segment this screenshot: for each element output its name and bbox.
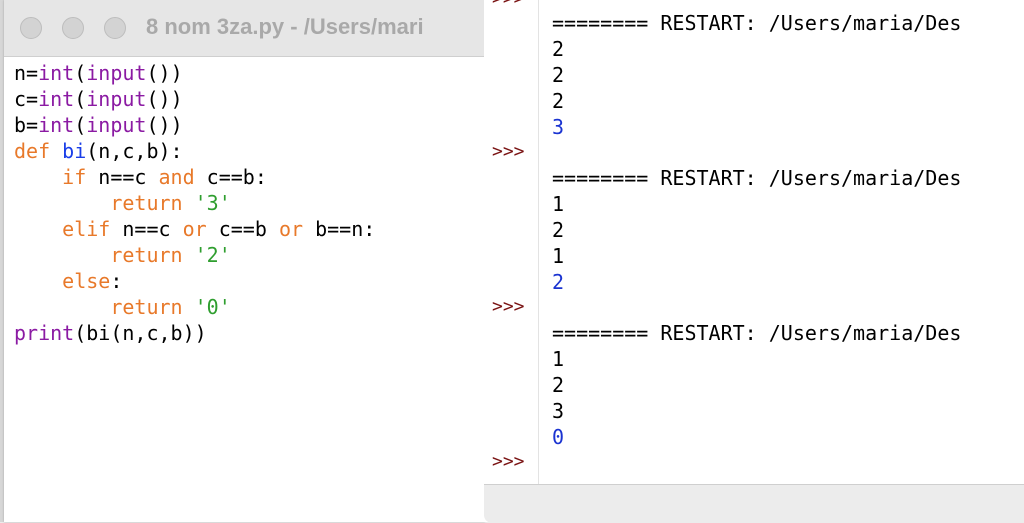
code-token: input — [86, 113, 147, 137]
code-line: return '2' — [14, 242, 375, 268]
code-line: else: — [14, 268, 375, 294]
code-token: def — [14, 139, 51, 163]
code-token: n==c — [110, 217, 183, 241]
code-token: (bi(n,c,b)) — [74, 321, 207, 345]
shell-prompt-gutter — [484, 0, 539, 484]
shell-status-bar — [484, 484, 1024, 523]
code-token: '2' — [194, 243, 231, 267]
editor-titlebar[interactable]: 8 nom 3za.py - /Users/mari — [4, 0, 484, 57]
code-token: or — [278, 217, 304, 241]
code-token: : — [110, 269, 123, 293]
close-window-button[interactable] — [20, 17, 42, 39]
shell-input-echo: 1 — [552, 192, 565, 216]
code-token: n==c — [86, 165, 159, 189]
restart-banner: ======== RESTART: /Users/maria/Des — [552, 321, 962, 345]
code-token: or — [182, 217, 207, 241]
editor-title: 8 nom 3za.py - /Users/mari — [146, 14, 424, 39]
shell-result-value: 2 — [552, 270, 565, 294]
code-token: '0' — [194, 295, 231, 319]
code-token: and — [158, 165, 195, 189]
code-token: elif — [62, 217, 111, 241]
code-token: else — [62, 269, 111, 293]
code-token: if — [62, 165, 87, 189]
shell-prompt: >>> — [492, 296, 525, 317]
code-line: if n==c and c==b: — [14, 164, 375, 190]
code-token: b= — [14, 113, 39, 137]
code-token: return — [110, 295, 183, 319]
code-line: return '0' — [14, 294, 375, 320]
code-line: elif n==c or c==b or b==n: — [14, 216, 375, 242]
code-token: ( — [74, 113, 87, 137]
code-editor-text-area[interactable]: n=int(input()) c=int(input()) b=int(input(… — [14, 60, 375, 346]
shell-input-echo: 2 — [552, 373, 565, 397]
editor-window[interactable]: 8 nom 3za.py - /Users/mari n=int(input()… — [4, 0, 485, 522]
code-token: ( — [74, 61, 87, 85]
shell-result-value: 0 — [552, 425, 565, 449]
code-line: return '3' — [14, 190, 375, 216]
restart-banner: ======== RESTART: /Users/maria/Des — [552, 166, 962, 190]
code-token: int — [38, 61, 75, 85]
code-line: c=int(input()) — [14, 86, 375, 112]
code-token: int — [38, 113, 75, 137]
code-token: input — [86, 87, 147, 111]
code-token: c==b — [206, 217, 279, 241]
code-token: b==n: — [303, 217, 376, 241]
shell-input-echo: 1 — [552, 244, 565, 268]
zoom-window-button[interactable] — [104, 17, 126, 39]
shell-input-echo: 1 — [552, 347, 565, 371]
shell-prompt: >>> — [492, 451, 525, 472]
shell-input-echo: 3 — [552, 399, 565, 423]
code-line: n=int(input()) — [14, 60, 375, 86]
code-token: print — [14, 321, 75, 345]
shell-prompt: >>> — [492, 0, 525, 12]
code-token: (n,c,b): — [86, 139, 183, 163]
code-token: ()) — [146, 61, 183, 85]
shell-input-echo: 2 — [552, 89, 565, 113]
code-line: b=int(input()) — [14, 112, 375, 138]
shell-result-value: 3 — [552, 115, 565, 139]
code-token: return — [110, 191, 183, 215]
shell-window[interactable]: >>>======== RESTART: /Users/maria/Des222… — [484, 0, 1024, 523]
code-token: return — [110, 243, 183, 267]
code-token: ()) — [146, 113, 183, 137]
code-token: bi — [62, 139, 87, 163]
shell-input-echo: 2 — [552, 63, 565, 87]
code-token: '3' — [194, 191, 231, 215]
shell-input-echo: 2 — [552, 37, 565, 61]
code-token: ( — [74, 87, 87, 111]
code-token: input — [86, 61, 147, 85]
restart-banner: ======== RESTART: /Users/maria/Des — [552, 11, 962, 35]
code-token: c= — [14, 87, 39, 111]
shell-prompt: >>> — [492, 141, 525, 162]
code-token: ()) — [146, 87, 183, 111]
code-line: def bi(n,c,b): — [14, 138, 375, 164]
code-line: print(bi(n,c,b)) — [14, 320, 375, 346]
minimize-window-button[interactable] — [62, 17, 84, 39]
code-token: n= — [14, 61, 39, 85]
shell-input-echo: 2 — [552, 218, 565, 242]
code-token: c==b: — [194, 165, 267, 189]
code-token: int — [38, 87, 75, 111]
